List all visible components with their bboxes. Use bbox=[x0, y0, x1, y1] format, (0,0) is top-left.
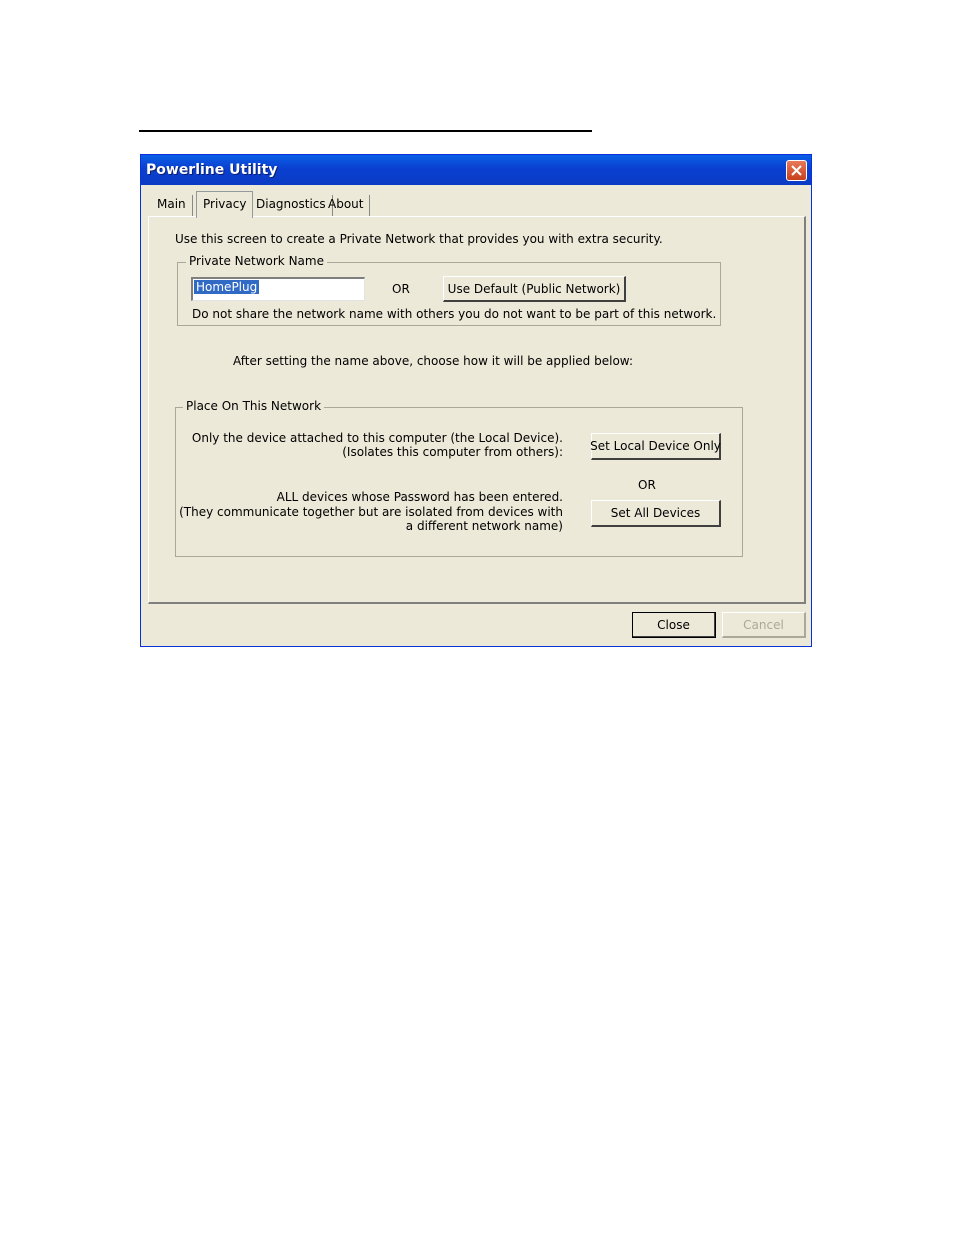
network-name-input[interactable]: HomePlug bbox=[191, 277, 365, 301]
close-window-button[interactable] bbox=[786, 160, 807, 181]
header-rule bbox=[139, 130, 592, 132]
tab-about[interactable]: About bbox=[322, 195, 371, 217]
title-bar[interactable]: Powerline Utility bbox=[141, 155, 811, 185]
use-default-button[interactable]: Use Default (Public Network) bbox=[443, 276, 626, 302]
set-local-device-only-button[interactable]: Set Local Device Only bbox=[590, 433, 721, 460]
place-on-network-legend: Place On This Network bbox=[183, 399, 325, 413]
powerline-utility-window: Powerline Utility Main Privacy Diagnosti… bbox=[140, 154, 812, 647]
privacy-intro-text: Use this screen to create a Private Netw… bbox=[175, 232, 663, 246]
all-devices-description-line1: ALL devices whose Password has been ente… bbox=[276, 490, 563, 504]
apply-instruction-text: After setting the name above, choose how… bbox=[233, 354, 633, 368]
all-devices-description-line2: (They communicate together but are isola… bbox=[179, 505, 563, 519]
tab-main[interactable]: Main bbox=[151, 195, 193, 217]
network-name-value: HomePlug bbox=[194, 280, 260, 294]
tab-diagnostics[interactable]: Diagnostics bbox=[250, 195, 333, 217]
all-devices-description-line3: a different network name) bbox=[405, 519, 563, 533]
place-or-label: OR bbox=[638, 478, 656, 492]
network-name-or-label: OR bbox=[392, 282, 410, 296]
tab-privacy[interactable]: Privacy bbox=[196, 191, 254, 218]
local-device-description-line1: Only the device attached to this compute… bbox=[191, 431, 563, 445]
place-on-network-group: Place On This Network bbox=[175, 399, 743, 557]
local-device-description-line2: (Isolates this computer from others): bbox=[342, 445, 563, 459]
close-button[interactable]: Close bbox=[632, 612, 716, 638]
private-network-name-legend: Private Network Name bbox=[186, 254, 327, 268]
close-icon bbox=[791, 165, 802, 176]
cancel-button[interactable]: Cancel bbox=[722, 612, 806, 638]
network-name-warning: Do not share the network name with other… bbox=[192, 307, 717, 321]
window-title: Powerline Utility bbox=[146, 162, 278, 178]
set-all-devices-button[interactable]: Set All Devices bbox=[591, 500, 721, 527]
